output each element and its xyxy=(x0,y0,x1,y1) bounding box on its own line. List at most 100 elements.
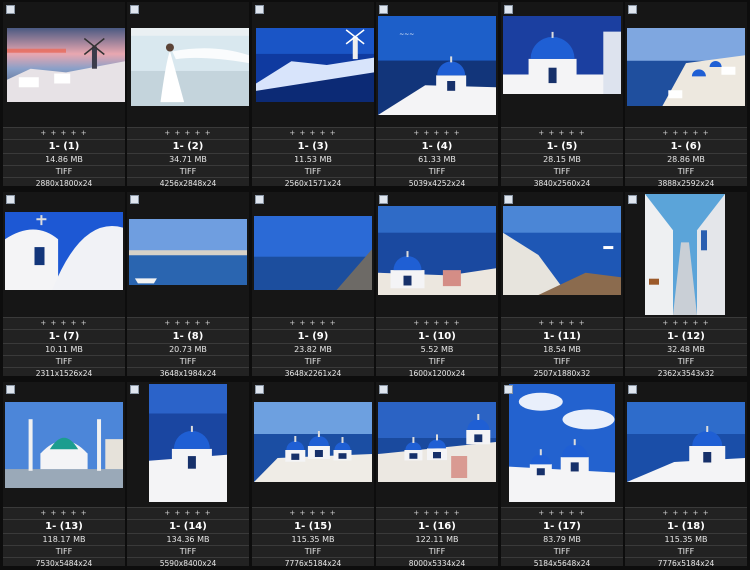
thumbnail-tile[interactable]: + + + + + 1- (12) 32.48 MB TIFF 2362x354… xyxy=(625,192,747,378)
thumbnail-info-panel: + + + + + 1- (9) 23.82 MB TIFF 3648x2261… xyxy=(252,317,374,378)
thumbnail-tile[interactable]: + + + + + 1- (16) 122.11 MB TIFF 8000x53… xyxy=(376,382,498,569)
thumbnail-image-area[interactable] xyxy=(376,382,498,507)
rating-marks[interactable]: + + + + + xyxy=(501,127,623,139)
rating-marks[interactable]: + + + + + xyxy=(252,317,374,329)
thumbnail-tile[interactable]: + + + + + 1- (17) 83.79 MB TIFF 5184x564… xyxy=(501,382,623,568)
file-size: 134.36 MB xyxy=(127,533,249,545)
thumbnail-photo[interactable] xyxy=(254,402,372,482)
thumbnail-image-area[interactable] xyxy=(376,192,498,317)
rating-marks[interactable]: + + + + + xyxy=(127,127,249,139)
select-checkbox[interactable] xyxy=(628,5,637,14)
thumbnail-image-area[interactable] xyxy=(127,382,249,507)
rating-marks[interactable]: + + + + + xyxy=(376,127,498,139)
thumbnail-image-area[interactable] xyxy=(127,192,249,317)
select-checkbox[interactable] xyxy=(6,385,15,394)
rating-marks[interactable]: + + + + + xyxy=(3,317,125,329)
file-format: TIFF xyxy=(3,545,125,557)
thumbnail-image-area[interactable] xyxy=(252,382,374,507)
rating-marks[interactable]: + + + + + xyxy=(501,317,623,329)
thumbnail-photo[interactable] xyxy=(627,402,745,482)
rating-marks[interactable]: + + + + + xyxy=(127,317,249,329)
rating-marks[interactable]: + + + + + xyxy=(625,317,747,329)
thumbnail-tile[interactable]: ~~~ + + + + + 1- (4) 61.33 MB TIFF 5039x… xyxy=(376,2,498,188)
thumbnail-tile[interactable]: + + + + + 1- (2) 34.71 MB TIFF 4256x2848… xyxy=(127,2,249,188)
thumbnail-image-area[interactable]: ~~~ xyxy=(376,2,498,127)
thumbnail-photo[interactable] xyxy=(503,16,621,94)
thumbnail-photo[interactable] xyxy=(627,28,745,106)
thumbnail-tile[interactable]: + + + + + 1- (18) 115.35 MB TIFF 7776x51… xyxy=(625,382,747,568)
thumbnail-image-area[interactable] xyxy=(3,192,125,317)
thumbnail-tile[interactable]: + + + + + 1- (8) 20.73 MB TIFF 3648x1984… xyxy=(127,192,249,378)
rating-marks[interactable]: + + + + + xyxy=(376,507,498,519)
select-checkbox[interactable] xyxy=(379,385,388,394)
thumbnail-tile[interactable]: + + + + + 1- (10) 5.52 MB TIFF 1600x1200… xyxy=(376,192,498,378)
select-checkbox[interactable] xyxy=(628,195,637,204)
thumbnail-info-panel: + + + + + 1- (7) 10.11 MB TIFF 2311x1526… xyxy=(3,317,125,378)
rating-marks[interactable]: + + + + + xyxy=(501,507,623,519)
thumbnail-image-area[interactable] xyxy=(252,192,374,317)
thumbnail-photo[interactable] xyxy=(509,384,615,502)
thumbnail-photo[interactable] xyxy=(503,206,621,295)
thumbnail-tile[interactable]: + + + + + 1- (9) 23.82 MB TIFF 3648x2261… xyxy=(252,192,374,378)
rating-marks[interactable]: + + + + + xyxy=(252,127,374,139)
thumbnail-photo[interactable] xyxy=(149,384,227,502)
file-format: TIFF xyxy=(501,165,623,177)
rating-marks[interactable]: + + + + + xyxy=(252,507,374,519)
select-checkbox[interactable] xyxy=(255,5,264,14)
file-name: 1- (7) xyxy=(3,329,125,343)
select-checkbox[interactable] xyxy=(504,5,513,14)
thumbnail-photo[interactable]: ~~~ xyxy=(378,16,496,115)
thumbnail-photo[interactable] xyxy=(254,216,372,290)
rating-marks[interactable]: + + + + + xyxy=(376,317,498,329)
thumbnail-tile[interactable]: + + + + + 1- (1) 14.86 MB TIFF 2880x1800… xyxy=(3,2,125,188)
select-checkbox[interactable] xyxy=(130,5,139,14)
file-size: 28.86 MB xyxy=(625,153,747,165)
thumbnail-photo[interactable] xyxy=(256,28,374,102)
thumbnail-image-area[interactable] xyxy=(252,2,374,127)
thumbnail-image-area[interactable] xyxy=(501,382,623,507)
thumbnail-photo[interactable] xyxy=(645,194,725,315)
thumbnail-tile[interactable]: + + + + + 1- (5) 28.15 MB TIFF 3840x2560… xyxy=(501,2,623,188)
thumbnail-tile[interactable]: + + + + + 1- (15) 115.35 MB TIFF 7776x51… xyxy=(252,382,374,568)
select-checkbox[interactable] xyxy=(130,195,139,204)
thumbnail-image-area[interactable] xyxy=(625,192,747,317)
thumbnail-image-area[interactable] xyxy=(3,382,125,507)
thumbnail-image-area[interactable] xyxy=(3,2,125,127)
image-dimensions: 8000x5334x24 xyxy=(376,557,498,569)
rating-marks[interactable]: + + + + + xyxy=(3,507,125,519)
thumbnail-tile[interactable]: + + + + + 1- (14) 134.36 MB TIFF 5590x84… xyxy=(127,382,249,568)
select-checkbox[interactable] xyxy=(255,195,264,204)
thumbnail-tile[interactable]: + + + + + 1- (6) 28.86 MB TIFF 3888x2592… xyxy=(625,2,747,188)
file-name: 1- (8) xyxy=(127,329,249,343)
thumbnail-photo[interactable] xyxy=(378,402,496,482)
thumbnail-tile[interactable]: + + + + + 1- (7) 10.11 MB TIFF 2311x1526… xyxy=(3,192,125,378)
thumbnail-image-area[interactable] xyxy=(625,2,747,127)
select-checkbox[interactable] xyxy=(379,195,388,204)
select-checkbox[interactable] xyxy=(6,5,15,14)
thumbnail-image-area[interactable] xyxy=(625,382,747,507)
select-checkbox[interactable] xyxy=(379,5,388,14)
select-checkbox[interactable] xyxy=(255,385,264,394)
thumbnail-tile[interactable]: + + + + + 1- (11) 18.54 MB TIFF 2507x188… xyxy=(501,192,623,378)
select-checkbox[interactable] xyxy=(504,385,513,394)
select-checkbox[interactable] xyxy=(6,195,15,204)
thumbnail-tile[interactable]: + + + + + 1- (13) 118.17 MB TIFF 7530x54… xyxy=(3,382,125,568)
thumbnail-image-area[interactable] xyxy=(501,2,623,127)
rating-marks[interactable]: + + + + + xyxy=(625,127,747,139)
rating-marks[interactable]: + + + + + xyxy=(625,507,747,519)
rating-marks[interactable]: + + + + + xyxy=(3,127,125,139)
select-checkbox[interactable] xyxy=(504,195,513,204)
select-checkbox[interactable] xyxy=(130,385,139,394)
file-size: 115.35 MB xyxy=(252,533,374,545)
thumbnail-tile[interactable]: + + + + + 1- (3) 11.53 MB TIFF 2560x1571… xyxy=(252,2,374,188)
thumbnail-photo[interactable] xyxy=(5,212,123,290)
thumbnail-photo[interactable] xyxy=(7,28,125,102)
select-checkbox[interactable] xyxy=(628,385,637,394)
thumbnail-image-area[interactable] xyxy=(501,192,623,317)
thumbnail-photo[interactable] xyxy=(131,28,249,106)
thumbnail-photo[interactable] xyxy=(129,219,247,285)
thumbnail-image-area[interactable] xyxy=(127,2,249,127)
thumbnail-photo[interactable] xyxy=(378,206,496,295)
rating-marks[interactable]: + + + + + xyxy=(127,507,249,519)
thumbnail-photo[interactable] xyxy=(5,402,123,488)
